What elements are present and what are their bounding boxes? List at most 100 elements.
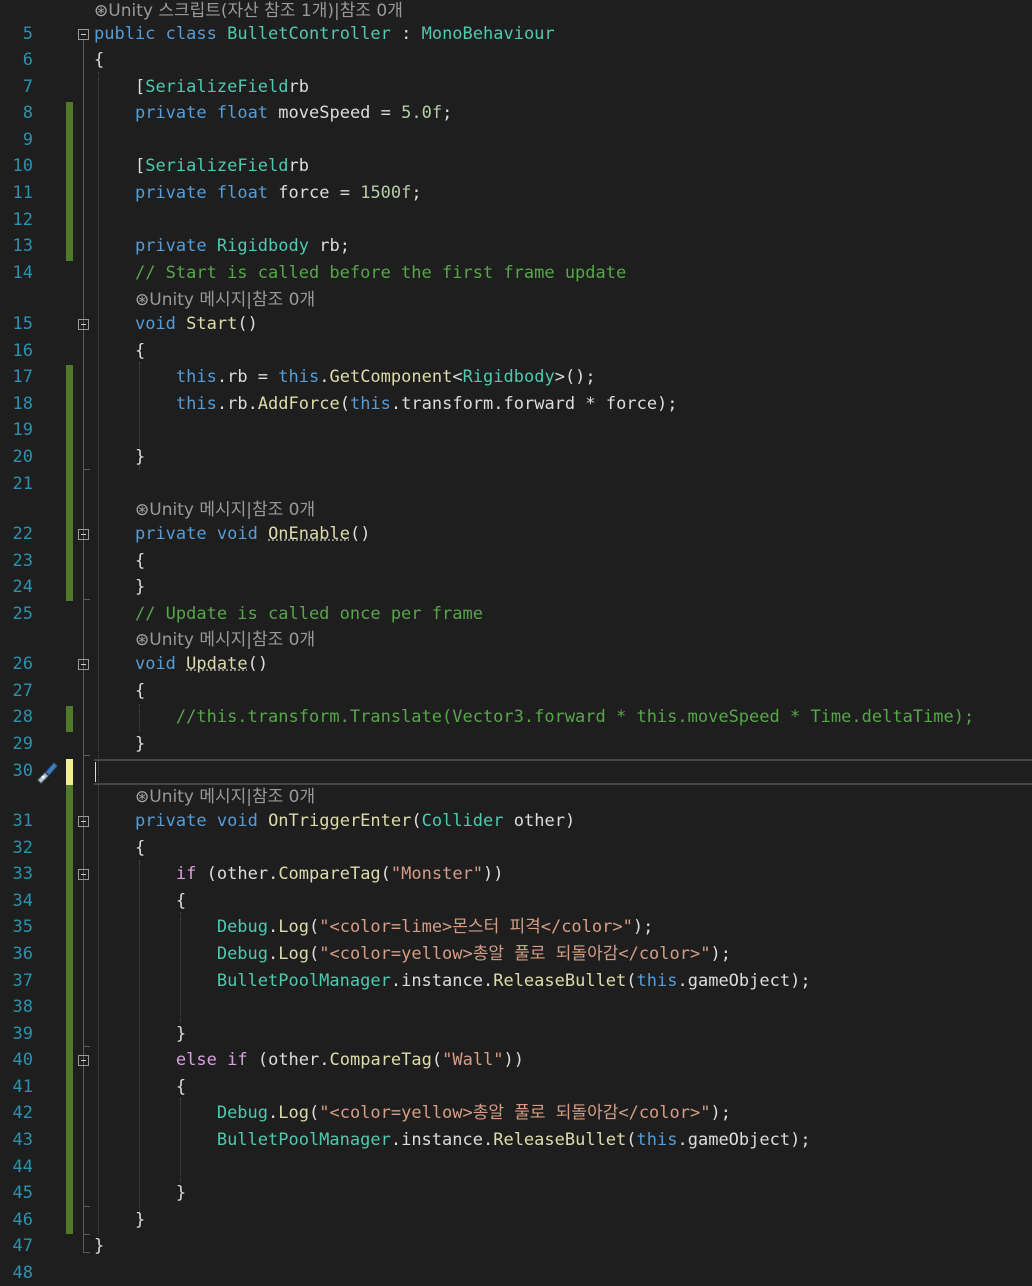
code-token: ( — [626, 1130, 637, 1150]
code-token: ReleaseBullet — [493, 1130, 627, 1150]
line-number: 30 — [12, 761, 33, 781]
unity-cube-icon: ⊛ — [135, 787, 150, 807]
change-bar — [66, 102, 73, 261]
change-bar — [66, 785, 73, 1234]
code-token: private — [134, 811, 207, 831]
code-text: BulletPoolManager.instance.ReleaseBullet… — [94, 968, 811, 994]
code-token: } — [175, 1024, 187, 1044]
codelens-message[interactable]: ⊛Unity 메시지|참조 0개 — [135, 784, 315, 810]
fold-end — [83, 755, 90, 756]
code-token: "<color=yellow>총알 풀로 되돌아감</color>" — [319, 1103, 711, 1123]
code-token: SerializeField — [145, 156, 289, 176]
code-text: { — [94, 47, 104, 73]
code-text: { — [94, 1074, 186, 1100]
fold-toggle[interactable] — [78, 816, 89, 827]
code-token: "Wall" — [442, 1050, 504, 1070]
code-token: ); — [632, 917, 654, 937]
code-text: { — [94, 338, 145, 364]
code-text: } — [94, 1207, 145, 1233]
code-token: : — [390, 24, 422, 44]
code-token: this — [175, 367, 217, 387]
code-text: BulletPoolManager.instance.ReleaseBullet… — [94, 1127, 811, 1153]
code-text: { — [94, 888, 186, 914]
code-token: { — [134, 838, 146, 858]
codelens-message[interactable]: ⊛Unity 메시지|참조 0개 — [135, 627, 315, 653]
code-token: [ — [134, 156, 146, 176]
line-number: 25 — [12, 604, 33, 624]
code-token: BulletPoolManager — [216, 1130, 391, 1150]
code-token: ( — [431, 1050, 443, 1070]
line-number: 26 — [12, 654, 33, 674]
code-token: Log — [278, 1103, 309, 1123]
change-bar-unsaved — [66, 759, 73, 785]
code-token: AddForce — [257, 394, 340, 414]
codelens-message[interactable]: ⊛Unity 메시지|참조 0개 — [135, 287, 315, 313]
code-token: private — [134, 524, 207, 544]
code-token: private — [134, 236, 207, 256]
quick-actions-brush-icon[interactable] — [34, 760, 60, 784]
code-token: { — [94, 50, 105, 70]
code-token: Log — [278, 944, 309, 964]
code-token: .rb — [216, 394, 248, 414]
line-number: 15 — [12, 314, 33, 334]
code-token: } — [134, 1210, 146, 1230]
line-number: 20 — [12, 447, 33, 467]
code-text: private float force = 1500f; — [94, 180, 422, 206]
code-token: ( — [626, 971, 637, 991]
code-token: this — [278, 367, 320, 387]
code-token: void — [216, 811, 258, 831]
code-token: [ — [134, 77, 146, 97]
code-token: . — [677, 971, 688, 991]
code-token: Update — [186, 654, 248, 674]
code-token: < — [452, 367, 463, 387]
change-bar — [66, 706, 73, 732]
fold-end — [83, 1234, 90, 1235]
codelens-message[interactable]: ⊛Unity 메시지|참조 0개 — [135, 497, 315, 523]
code-text: public class BulletController : MonoBeha… — [94, 21, 555, 47]
code-token: // Start is called before the first fram… — [134, 263, 627, 283]
line-number: 28 — [12, 707, 33, 727]
line-number: 35 — [12, 917, 33, 937]
fold-toggle[interactable] — [78, 659, 89, 670]
line-number: 44 — [12, 1157, 33, 1177]
line-number: 17 — [12, 367, 33, 387]
code-editor[interactable]: ⊛Unity 스크립트(자산 참조 1개)|참조 0개 5 public cla… — [0, 0, 1032, 1283]
code-text: { — [94, 678, 145, 704]
code-token: instance — [401, 1130, 483, 1150]
code-text: this.rb.AddForce(this.transform.forward … — [94, 391, 678, 417]
code-token: gameObject); — [687, 1130, 811, 1150]
fold-toggle[interactable] — [78, 29, 89, 40]
line-number: 7 — [22, 77, 33, 97]
code-token: CompareTag — [278, 864, 381, 884]
code-token: Log — [278, 917, 309, 937]
code-token: float — [216, 183, 269, 203]
code-token: this — [175, 394, 217, 414]
code-text: Debug.Log("<color=lime>몬스터 피격</color>"); — [94, 914, 654, 940]
line-number: 18 — [12, 394, 33, 414]
code-token: . — [390, 971, 402, 991]
code-token: "Monster" — [390, 864, 484, 884]
code-token: . — [390, 394, 402, 414]
code-text: } — [94, 444, 145, 470]
fold-toggle[interactable] — [78, 869, 89, 880]
line-number: 42 — [12, 1103, 33, 1123]
line-number: 37 — [12, 971, 33, 991]
code-token: . — [268, 1103, 279, 1123]
fold-toggle[interactable] — [78, 1055, 89, 1066]
line-number: 33 — [12, 864, 33, 884]
code-token: force); — [605, 394, 678, 414]
code-token: { — [175, 891, 187, 911]
code-token: other — [268, 1050, 320, 1070]
code-token: } — [134, 577, 146, 597]
line-number: 32 — [12, 838, 33, 858]
code-token: BulletPoolManager — [216, 971, 391, 991]
code-token: this — [636, 1130, 678, 1150]
code-token: void — [216, 524, 258, 544]
code-token: rb — [288, 156, 309, 176]
code-token: ; — [442, 103, 453, 123]
fold-toggle[interactable] — [78, 529, 89, 540]
code-token: ( — [206, 864, 217, 884]
fold-toggle[interactable] — [78, 319, 89, 330]
code-token: 5.0f — [401, 103, 443, 123]
fold-line — [83, 40, 84, 1252]
